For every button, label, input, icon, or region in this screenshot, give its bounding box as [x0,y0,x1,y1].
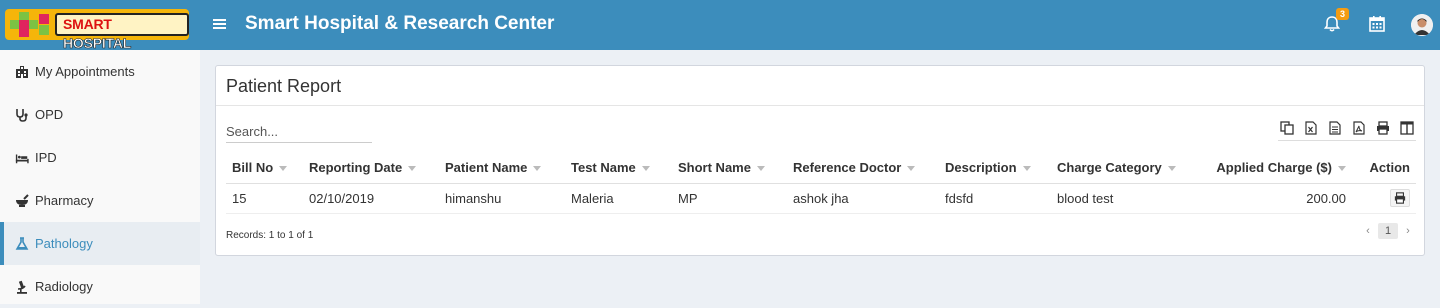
sidebar-item-pathology[interactable]: Pathology [0,222,200,265]
sidebar-item-label: Radiology [35,278,93,294]
sidebar-item-radiology[interactable]: Radiology [0,265,200,308]
hospital-logo[interactable]: SMART HOSPITAL [5,9,189,51]
file-excel-icon [1305,121,1317,135]
table-header-row: Bill No Reporting Date Patient Name Test… [226,152,1416,184]
user-avatar-icon [1411,14,1433,36]
sidebar-item-label: IPD [35,149,57,165]
column-label: Action [1369,159,1410,175]
sort-icon [1167,165,1176,171]
hamburger-icon [213,19,226,29]
notification-count-badge: 3 [1336,8,1349,20]
flask-icon [15,236,29,251]
print-button[interactable] [1374,119,1392,137]
file-text-icon [1329,121,1341,135]
column-label: Test Name [571,159,636,175]
user-avatar[interactable] [1411,14,1433,36]
column-label: Short Name [678,159,751,175]
export-csv-button[interactable] [1326,119,1344,137]
cell-short-name: MP [672,183,787,214]
search-input[interactable] [226,121,372,143]
copy-icon [1280,121,1294,135]
sidebar: My Appointments OPD IPD Pharmacy Patholo… [0,50,200,304]
cell-test-name: Maleria [565,183,672,214]
column-header-description[interactable]: Description [939,152,1051,184]
page-title: Patient Report [226,76,342,96]
sidebar-item-pharmacy[interactable]: Pharmacy [0,179,200,222]
column-visibility-button[interactable] [1398,119,1416,137]
file-pdf-icon [1353,121,1365,135]
microscope-icon [15,280,29,294]
patient-report-panel: Patient Report Bill No Reporting Date Pa… [215,65,1425,256]
menu-toggle-button[interactable] [213,14,229,34]
next-page-button[interactable]: › [1402,225,1414,237]
cell-charge-category: blood test [1051,183,1199,214]
sort-icon [408,165,417,171]
table-row: 15 02/10/2019 himanshu Maleria MP ashok … [226,183,1416,214]
hospital-icon [15,65,29,79]
sort-icon [1022,165,1031,171]
column-label: Bill No [232,159,274,175]
print-icon [1377,121,1389,135]
sort-icon [533,165,542,171]
app-title: Smart Hospital & Research Center [245,13,555,34]
logo-text: SMART HOSPITAL [55,13,189,51]
cell-bill-no: 15 [226,183,303,214]
sidebar-item-label: Pathology [35,235,93,251]
column-header-reference-doctor[interactable]: Reference Doctor [787,152,939,184]
pagination: ‹ 1 › [1362,223,1414,239]
column-header-patient-name[interactable]: Patient Name [439,152,565,184]
export-toolbar [1278,119,1416,141]
sort-icon [756,165,765,171]
calendar-button[interactable] [1367,14,1389,36]
sort-icon [1338,165,1346,171]
column-label: Applied Charge ($) [1216,159,1332,175]
copy-button[interactable] [1278,119,1296,137]
sidebar-item-label: OPD [35,106,64,122]
cell-action [1352,183,1416,214]
sidebar-item-label: My Appointments [35,63,135,79]
sidebar-item-opd[interactable]: OPD [0,93,200,136]
column-header-test-name[interactable]: Test Name [565,152,672,184]
column-header-action: Action [1352,152,1416,184]
column-header-charge-category[interactable]: Charge Category [1051,152,1199,184]
sidebar-item-my-appointments[interactable]: My Appointments [0,50,200,93]
mortar-pestle-icon [15,193,29,208]
page-number-button[interactable]: 1 [1378,223,1398,239]
logo-text-white: HOSPITAL [63,35,132,52]
column-label: Charge Category [1057,159,1162,175]
row-print-button[interactable] [1390,189,1410,207]
patient-report-table: Bill No Reporting Date Patient Name Test… [226,152,1416,214]
logo-text-red: SMART [63,16,112,32]
bed-icon [15,151,29,165]
sidebar-item-label: Pharmacy [35,192,94,208]
sort-icon [907,165,916,171]
column-label: Description [945,159,1017,175]
column-label: Reference Doctor [793,159,902,175]
records-count: Records: 1 to 1 of 1 [226,230,314,241]
cell-applied-charge: 200.00 [1199,183,1352,214]
logo-cross-icon [7,11,51,38]
column-header-bill-no[interactable]: Bill No [226,152,303,184]
columns-icon [1400,121,1414,135]
cell-reference-doctor: ashok jha [787,183,939,214]
cell-reporting-date: 02/10/2019 [303,183,439,214]
top-navbar: SMART HOSPITAL Smart Hospital & Research… [0,0,1440,51]
stethoscope-icon [15,108,29,122]
column-label: Reporting Date [309,159,403,175]
print-icon [1394,192,1406,204]
export-pdf-button[interactable] [1350,119,1368,137]
column-header-reporting-date[interactable]: Reporting Date [303,152,439,184]
cell-description: fdsfd [939,183,1051,214]
sidebar-item-ipd[interactable]: IPD [0,136,200,179]
sort-icon [641,165,650,171]
previous-page-button[interactable]: ‹ [1362,225,1374,237]
column-label: Patient Name [445,159,528,175]
calendar-icon [1369,16,1385,32]
panel-header: Patient Report [216,66,1424,106]
sort-icon [279,165,288,171]
column-header-applied-charge[interactable]: Applied Charge ($) [1199,152,1352,184]
cell-patient-name: himanshu [439,183,565,214]
export-excel-button[interactable] [1302,119,1320,137]
column-header-short-name[interactable]: Short Name [672,152,787,184]
